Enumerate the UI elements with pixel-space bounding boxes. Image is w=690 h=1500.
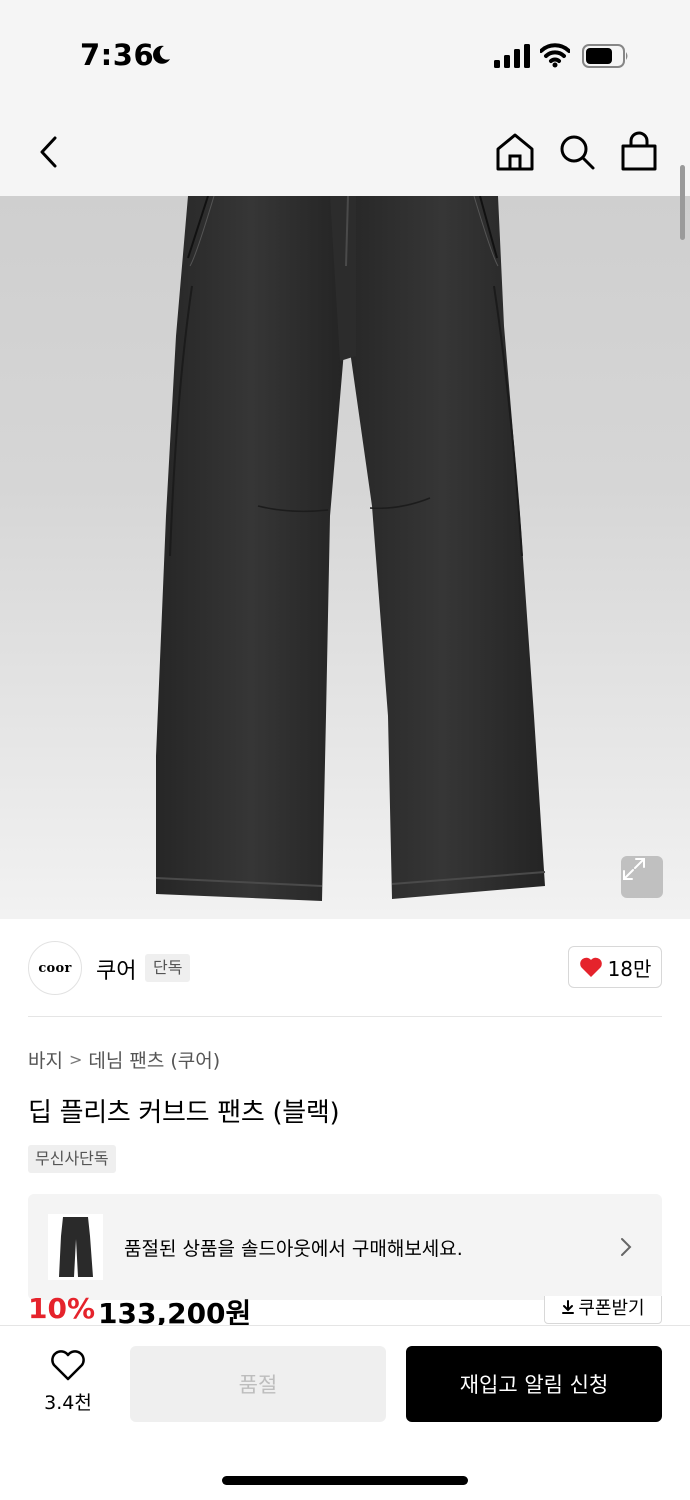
status-time: 7:36 <box>80 38 155 72</box>
shopping-bag-icon <box>621 131 657 171</box>
breadcrumb-category[interactable]: 바지 <box>28 1046 63 1073</box>
soldout-banner-text: 품절된 상품을 솔드아웃에서 구매해보세요. <box>124 1238 463 1260</box>
soldout-banner[interactable]: 품절된 상품을 솔드아웃에서 구매해보세요. <box>28 1194 662 1300</box>
discount-rate: 10% <box>28 1296 96 1325</box>
top-navigation-bar <box>0 110 690 196</box>
search-icon <box>560 135 595 170</box>
pants-thumbnail-image <box>59 1217 93 1277</box>
moon-icon <box>153 45 170 64</box>
chevron-left-icon <box>40 136 57 168</box>
restock-alert-button[interactable]: 재입고 알림 신청 <box>406 1346 662 1422</box>
search-button[interactable] <box>556 130 598 174</box>
home-indicator[interactable] <box>222 1476 468 1485</box>
breadcrumb: 바지 > 데님 팬츠 (쿠어) <box>28 1046 220 1073</box>
brand-like-button[interactable]: 18만 <box>568 946 662 988</box>
heart-outline-icon <box>51 1350 85 1381</box>
home-icon <box>496 133 534 171</box>
status-bar: 7:36 <box>0 0 690 110</box>
expand-image-button[interactable] <box>621 856 663 898</box>
shopping-bag-button[interactable] <box>618 130 660 174</box>
product-image[interactable] <box>0 196 690 919</box>
download-icon <box>562 1300 575 1314</box>
exclusive-tag: 무신사단독 <box>28 1145 116 1173</box>
brand-row: coor 쿠어 단독 18만 <box>0 919 690 1017</box>
product-like-button[interactable]: 3.4천 <box>36 1350 100 1420</box>
breadcrumb-subcategory[interactable]: 데님 팬츠 (쿠어) <box>88 1046 220 1073</box>
chevron-right-icon <box>621 1238 632 1256</box>
home-button[interactable] <box>494 130 536 174</box>
brand-logo[interactable]: coor <box>28 941 82 995</box>
banner-product-thumbnail <box>48 1214 103 1280</box>
sale-price: 133,200원 <box>98 1297 252 1326</box>
signal-icon <box>494 44 530 68</box>
bottom-action-bar: 3.4천 품절 재입고 알림 신청 <box>0 1325 690 1500</box>
coupon-label: 쿠폰받기 <box>578 1298 645 1319</box>
pants-image <box>155 196 546 901</box>
brand-logo-text: coor <box>38 960 72 976</box>
battery-icon <box>582 44 628 68</box>
brand-name[interactable]: 쿠어 <box>96 953 136 985</box>
back-button[interactable] <box>30 130 70 174</box>
product-title: 딥 플리츠 커브드 팬츠 (블랙) <box>28 1098 340 1128</box>
breadcrumb-separator: > <box>68 1050 83 1069</box>
brand-like-count: 18만 <box>607 956 652 981</box>
divider <box>28 1016 662 1017</box>
wifi-icon <box>540 43 570 68</box>
brand-exclusive-badge: 단독 <box>145 954 191 982</box>
coupon-button[interactable]: 쿠폰받기 <box>544 1296 662 1324</box>
heart-icon <box>579 957 602 977</box>
price-row: 10% 133,200원 쿠폰받기 <box>28 1296 662 1326</box>
soldout-button[interactable]: 품절 <box>130 1346 386 1422</box>
scroll-indicator[interactable] <box>680 165 685 240</box>
expand-icon <box>623 858 645 880</box>
product-like-count: 3.4천 <box>44 1392 92 1414</box>
